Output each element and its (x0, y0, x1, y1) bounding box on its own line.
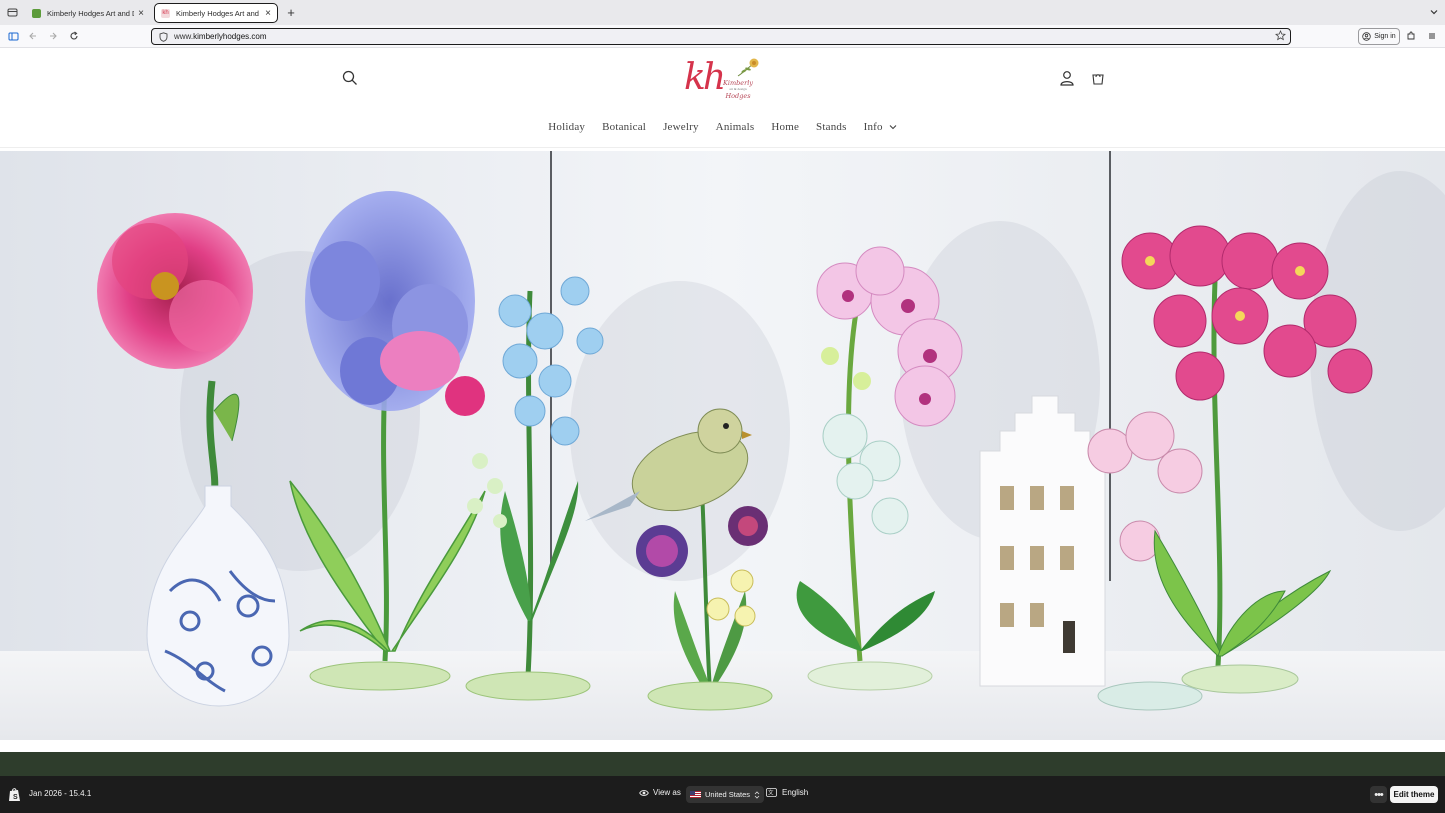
site-favicon-icon: kh (161, 8, 170, 18)
chevron-down-icon (889, 125, 897, 130)
logo-flower-icon (737, 58, 759, 77)
nav-item-animals[interactable]: Animals (716, 118, 755, 136)
site-info-shield-icon[interactable] (156, 30, 170, 44)
site-header: kh Kimberly art & design Hodges Holiday … (0, 48, 1445, 148)
reload-icon[interactable] (67, 29, 81, 43)
shopify-bag-icon[interactable]: S (8, 787, 21, 802)
browser-tab-1[interactable]: Kimberly Hodges Art and Design × (26, 3, 150, 23)
language-label: English (782, 788, 809, 797)
floral-still-life-illustration (0, 151, 1445, 740)
language-selector[interactable]: 文 English (766, 788, 808, 797)
tab-list-chevron-icon[interactable] (1427, 5, 1441, 19)
browser-tab-2[interactable]: kh Kimberly Hodges Art and Design × (154, 3, 278, 23)
main-navigation: Holiday Botanical Jewelry Animals Home S… (0, 118, 1445, 136)
translate-icon: 文 (766, 788, 777, 797)
account-icon[interactable] (1058, 69, 1076, 87)
hero-banner-image (0, 151, 1445, 740)
bookmark-star-icon[interactable] (1275, 29, 1286, 44)
nav-item-botanical[interactable]: Botanical (602, 118, 646, 136)
cart-icon[interactable] (1089, 69, 1107, 87)
nav-item-info-label: Info (863, 121, 883, 133)
tab-title: Kimberly Hodges Art and Design (176, 8, 261, 18)
extensions-icon[interactable] (1404, 29, 1418, 43)
sign-in-label: Sign in (1374, 33, 1396, 40)
tab-title: Kimberly Hodges Art and Design (47, 8, 134, 18)
view-as-control[interactable]: View as (639, 788, 681, 797)
logo-name-bottom: Hodges (725, 92, 751, 100)
url-domain: kimberlyhodges.com (193, 32, 267, 41)
nav-item-stands[interactable]: Stands (816, 118, 847, 136)
footer-announcement-band (0, 752, 1445, 776)
more-options-button[interactable]: ••• (1370, 786, 1387, 803)
account-circle-icon (1362, 32, 1371, 41)
country-selector[interactable]: United States (686, 786, 765, 803)
country-label: United States (705, 790, 751, 799)
svg-text:文: 文 (768, 789, 774, 797)
logo-name-top: Kimberly (723, 79, 753, 87)
close-tab-icon[interactable]: × (265, 8, 271, 19)
back-arrow-icon[interactable] (26, 29, 40, 43)
nav-item-info[interactable]: Info (864, 118, 897, 136)
eye-icon (639, 789, 649, 796)
new-tab-icon[interactable]: + (284, 5, 298, 20)
nav-item-jewelry[interactable]: Jewelry (663, 118, 699, 136)
sign-in-button[interactable]: Sign in (1358, 28, 1400, 45)
menu-hamburger-icon[interactable] (1425, 29, 1439, 43)
url-prefix: www. (174, 32, 194, 41)
theme-preview-bar: S Jan 2026 - 15.4.1 View as United State… (0, 776, 1445, 813)
forward-arrow-icon[interactable] (46, 29, 60, 43)
svg-text:S: S (13, 794, 18, 801)
view-as-label: View as (653, 788, 681, 797)
browser-tab-strip: Kimberly Hodges Art and Design × kh Kimb… (0, 0, 1445, 25)
close-tab-icon[interactable]: × (138, 8, 144, 19)
nav-item-home[interactable]: Home (771, 118, 799, 136)
chevron-updown-icon (754, 790, 760, 799)
logo-tagline: art & design (729, 87, 747, 91)
address-bar[interactable]: www.kimberlyhodges.com (151, 28, 1291, 45)
sidebar-toggle-icon[interactable] (6, 29, 20, 43)
edit-theme-button[interactable]: Edit theme (1390, 786, 1438, 803)
search-icon[interactable] (341, 69, 359, 87)
site-logo[interactable]: kh Kimberly art & design Hodges (684, 56, 762, 102)
nav-item-holiday[interactable]: Holiday (548, 118, 585, 136)
tab-overview-icon[interactable] (5, 5, 19, 19)
url-text[interactable]: www.kimberlyhodges.com (174, 32, 267, 41)
theme-version-label: Jan 2026 - 15.4.1 (29, 789, 92, 798)
shopify-favicon-icon (32, 8, 41, 18)
browser-toolbar: www.kimberlyhodges.com Sign in (0, 25, 1445, 48)
us-flag-icon (690, 791, 701, 798)
